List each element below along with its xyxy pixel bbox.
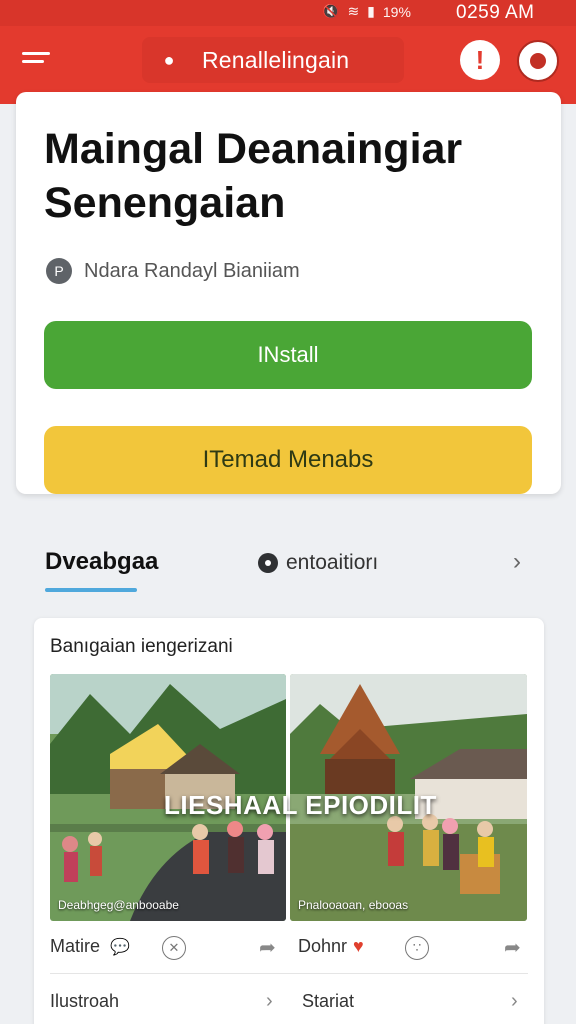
divider bbox=[50, 973, 528, 974]
right-photo-action[interactable]: Dohnr ♥ bbox=[298, 936, 364, 957]
chevron-right-icon[interactable]: › bbox=[511, 990, 518, 1013]
developer-icon: P bbox=[46, 258, 72, 284]
chevron-right-icon[interactable]: › bbox=[513, 548, 521, 576]
install-button[interactable]: INstall bbox=[44, 321, 532, 389]
status-time: 0259 AM bbox=[456, 2, 535, 23]
chevron-right-icon[interactable]: › bbox=[266, 990, 273, 1013]
battery-label: 19% bbox=[382, 3, 411, 20]
left-action-label: Matire bbox=[50, 936, 101, 956]
photo-caption: Pnalooaoan, ebooas bbox=[298, 898, 409, 912]
mute-icon: 🔇 bbox=[322, 3, 340, 19]
emblem-logo[interactable] bbox=[517, 40, 559, 82]
signal-icon: ▮ bbox=[367, 3, 375, 19]
photo-caption: Deabhgeg@anbooabe bbox=[58, 898, 179, 912]
developer-name: Ndara Randayl Bianiiam bbox=[84, 259, 300, 282]
chat-icon: 💬 bbox=[110, 938, 130, 956]
list-item-right[interactable]: Stariat bbox=[302, 991, 354, 1012]
share-icon[interactable]: ➦ bbox=[259, 935, 276, 960]
secondary-button[interactable]: ITemad Menabs bbox=[44, 426, 532, 494]
left-photo-action[interactable]: Matire 💬 bbox=[50, 936, 130, 957]
app-header: ● Renallelingain ! bbox=[0, 26, 576, 94]
share-icon[interactable]: ➦ bbox=[504, 935, 521, 960]
user-icon: ● bbox=[163, 49, 175, 70]
alert-icon[interactable]: ! bbox=[460, 40, 500, 80]
app-info-card: Maingal Deanaingiar Senengaian P Ndara R… bbox=[16, 92, 561, 494]
heart-icon: ♥ bbox=[353, 936, 364, 956]
gallery-card: Banıgaian iengerizani Deabhgeg@anbooabe bbox=[34, 618, 544, 1024]
tab-other[interactable]: entoaitiorı bbox=[258, 551, 378, 575]
status-icons: 🔇 ≋ ▮ 19% bbox=[322, 3, 411, 20]
record-icon bbox=[258, 553, 278, 573]
list-item-left[interactable]: Ilustroah bbox=[50, 991, 119, 1012]
photo-actions-row: Matire 💬 ✕ ➦ Dohnr ♥ ∵ ➦ bbox=[34, 932, 544, 968]
right-action-label: Dohnr bbox=[298, 936, 348, 956]
header-search-pill[interactable]: ● Renallelingain bbox=[142, 37, 404, 83]
wifi-icon: ≋ bbox=[347, 3, 360, 19]
tab-underline bbox=[45, 588, 137, 592]
gallery-title: Banıgaian iengerizani bbox=[50, 636, 233, 657]
tab-active[interactable]: Dveabgaa bbox=[45, 548, 158, 576]
photo-overlay-text: LIESHAAL EPIODILIT bbox=[164, 790, 437, 820]
developer-row[interactable]: P Ndara Randayl Bianiiam bbox=[46, 258, 300, 284]
header-title: Renallelingain bbox=[202, 46, 350, 73]
reaction-icon[interactable]: ∵ bbox=[405, 936, 429, 960]
reaction-icon[interactable]: ✕ bbox=[162, 936, 186, 960]
menu-icon[interactable] bbox=[22, 52, 50, 68]
tab-other-label: entoaitiorı bbox=[286, 551, 379, 574]
app-title: Maingal Deanaingiar Senengaian bbox=[44, 125, 463, 227]
status-bar: 🔇 ≋ ▮ 19% 0259 AM bbox=[0, 0, 576, 26]
